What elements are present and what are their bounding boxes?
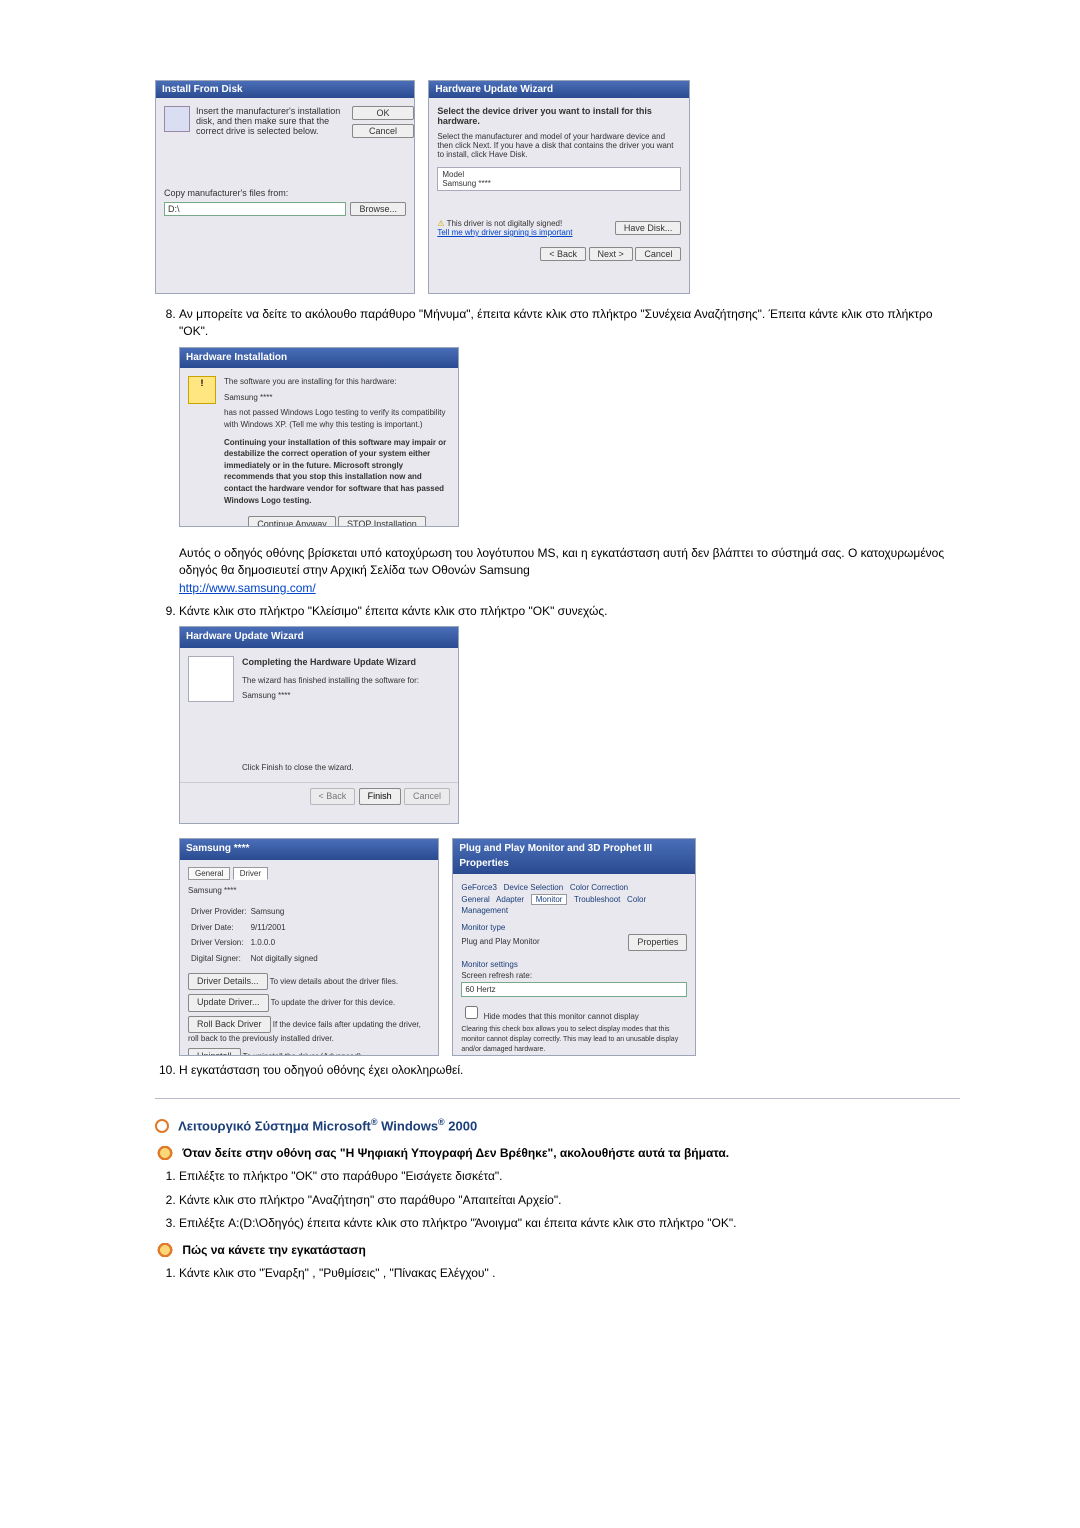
steps-list-b: Επιλέξτε το πλήκτρο "OK" στο παράθυρο "Ε… xyxy=(155,1168,960,1232)
step-9: Κάντε κλικ στο πλήκτρο "Κλείσιμο" έπειτα… xyxy=(179,603,960,1056)
finish-button[interactable]: Finish xyxy=(359,788,401,805)
warn-text: This driver is not digitally signed! xyxy=(447,219,563,228)
dialog-title: Samsung **** xyxy=(180,839,438,860)
hide-desc: Clearing this check box allows you to se… xyxy=(461,1025,687,1055)
monitor-type-label: Monitor type xyxy=(461,922,687,934)
samsung-link[interactable]: http://www.samsung.com/ xyxy=(179,581,316,595)
signer-value: Not digitally signed xyxy=(250,952,319,966)
back-button: < Back xyxy=(310,788,356,805)
steps-list-a: Αν μπορείτε να δείτε το ακόλουθο παράθυρ… xyxy=(155,306,960,1080)
complete-heading: Completing the Hardware Update Wizard xyxy=(242,656,450,669)
dialog-title: Hardware Update Wizard xyxy=(180,627,458,648)
refresh-select[interactable]: 60 Hertz xyxy=(461,982,687,998)
device-name: Samsung **** xyxy=(188,885,430,897)
tab-monitor[interactable]: Monitor xyxy=(531,894,568,905)
dialog-text: Select the manufacturer and model of you… xyxy=(437,132,681,159)
dialog-driver-properties: Samsung **** General Driver Samsung ****… xyxy=(179,838,439,1056)
section-win2000-header: Λειτουργικό Σύστημα Microsoft® Windows® … xyxy=(155,1117,960,1134)
model-label: Model xyxy=(442,170,676,179)
tab-general[interactable]: General xyxy=(188,867,230,880)
mid-paragraph: Αυτός ο οδηγός οθόνης βρίσκεται υπό κατο… xyxy=(179,545,960,580)
uninstall-button[interactable]: Uninstall xyxy=(188,1048,241,1056)
continue-anyway-button[interactable]: Continue Anyway xyxy=(248,516,336,527)
version-label: Driver Version: xyxy=(190,936,248,950)
step-10: Η εγκατάσταση του οδηγού οθόνης έχει ολο… xyxy=(179,1062,960,1079)
dialog-pnp-properties: Plug and Play Monitor and 3D Prophet III… xyxy=(452,838,696,1056)
next-button[interactable]: Next > xyxy=(589,247,633,261)
dialog-title: Hardware Installation xyxy=(180,348,458,369)
hide-modes-checkbox[interactable] xyxy=(465,1006,478,1019)
warning-icon: ! xyxy=(188,376,216,404)
wizard-icon xyxy=(188,656,234,702)
dialog-install-from-disk: Install From Disk Insert the manufacture… xyxy=(155,80,415,294)
version-value: 1.0.0.0 xyxy=(250,936,319,950)
driver-details-button[interactable]: Driver Details... xyxy=(188,973,268,990)
hw-install-line4: Continuing your installation of this sof… xyxy=(224,437,450,507)
steps-list-c: Κάντε κλικ στο "Έναρξη" , "Ρυθμίσεις" , … xyxy=(155,1265,960,1282)
bullet-icon xyxy=(155,1119,169,1133)
ok-button[interactable]: OK xyxy=(352,106,414,120)
have-disk-button[interactable]: Have Disk... xyxy=(615,221,682,235)
provider-label: Driver Provider: xyxy=(190,905,248,919)
provider-value: Samsung xyxy=(250,905,319,919)
monitor-settings-label: Monitor settings xyxy=(461,959,687,971)
browse-button[interactable]: Browse... xyxy=(350,202,406,216)
divider xyxy=(155,1098,960,1099)
step-c1: Κάντε κλικ στο "Έναρξη" , "Ρυθμίσεις" , … xyxy=(179,1265,960,1282)
back-button[interactable]: < Back xyxy=(540,247,586,261)
monitor-type: Plug and Play Monitor xyxy=(461,936,539,948)
disk-icon xyxy=(164,106,190,132)
step-8: Αν μπορείτε να δείτε το ακόλουθο παράθυρ… xyxy=(179,306,960,597)
date-value: 9/11/2001 xyxy=(250,921,319,935)
dialog-hardware-update-wizard: Hardware Update Wizard Select the device… xyxy=(428,80,690,294)
update-driver-button[interactable]: Update Driver... xyxy=(188,994,269,1011)
dialog-complete-wizard: Hardware Update Wizard Completing the Ha… xyxy=(179,626,459,824)
dialog-heading: Select the device driver you want to ins… xyxy=(437,106,681,126)
dialog-title: Install From Disk xyxy=(156,81,414,98)
refresh-label: Screen refresh rate: xyxy=(461,970,687,982)
hw-install-line2: Samsung **** xyxy=(224,392,450,404)
properties-button[interactable]: Properties xyxy=(628,934,687,951)
cancel-button: Cancel xyxy=(404,788,450,805)
tabs-row: GeForce3 Device Selection Color Correcti… xyxy=(461,882,687,916)
path-input[interactable]: D:\ xyxy=(164,202,346,216)
sub-heading-2: Πώς να κάνετε την εγκατάσταση xyxy=(155,1243,960,1258)
dialog-title: Hardware Update Wizard xyxy=(429,81,689,98)
date-label: Driver Date: xyxy=(190,921,248,935)
step-b1: Επιλέξτε το πλήκτρο "OK" στο παράθυρο "Ε… xyxy=(179,1168,960,1185)
tab-driver[interactable]: Driver xyxy=(233,867,268,880)
warn-link[interactable]: Tell me why driver signing is important xyxy=(437,228,572,237)
dialog-text: Insert the manufacturer's installation d… xyxy=(196,106,346,138)
sub-heading-1: Όταν δείτε στην οθόνη σας "Η Ψηφιακή Υπο… xyxy=(155,1146,960,1161)
stop-installation-button[interactable]: STOP Installation xyxy=(338,516,426,527)
row-dialogs-top: Install From Disk Insert the manufacture… xyxy=(155,80,960,294)
gear-icon xyxy=(155,1243,175,1257)
model-value: Samsung **** xyxy=(442,179,676,188)
copy-label: Copy manufacturer's files from: xyxy=(164,188,406,198)
cancel-button[interactable]: Cancel xyxy=(352,124,414,138)
cancel-button[interactable]: Cancel xyxy=(635,247,681,261)
complete-line3: Click Finish to close the wizard. xyxy=(242,762,450,774)
complete-line2: Samsung **** xyxy=(242,690,450,702)
hw-install-line3: has not passed Windows Logo testing to v… xyxy=(224,407,450,430)
complete-line1: The wizard has finished installing the s… xyxy=(242,675,450,687)
hw-install-line1: The software you are installing for this… xyxy=(224,376,450,388)
rollback-driver-button[interactable]: Roll Back Driver xyxy=(188,1016,271,1033)
step-b3: Επιλέξτε A:(D:\Οδηγός) έπειτα κάντε κλικ… xyxy=(179,1215,960,1232)
row-dialogs-bottom: Samsung **** General Driver Samsung ****… xyxy=(179,838,960,1056)
signer-label: Digital Signer: xyxy=(190,952,248,966)
step-b2: Κάντε κλικ στο πλήκτρο "Αναζήτηση" στο π… xyxy=(179,1192,960,1209)
dialog-hardware-installation: Hardware Installation ! The software you… xyxy=(179,347,459,527)
gear-icon xyxy=(155,1146,175,1160)
dialog-title: Plug and Play Monitor and 3D Prophet III… xyxy=(453,839,695,874)
